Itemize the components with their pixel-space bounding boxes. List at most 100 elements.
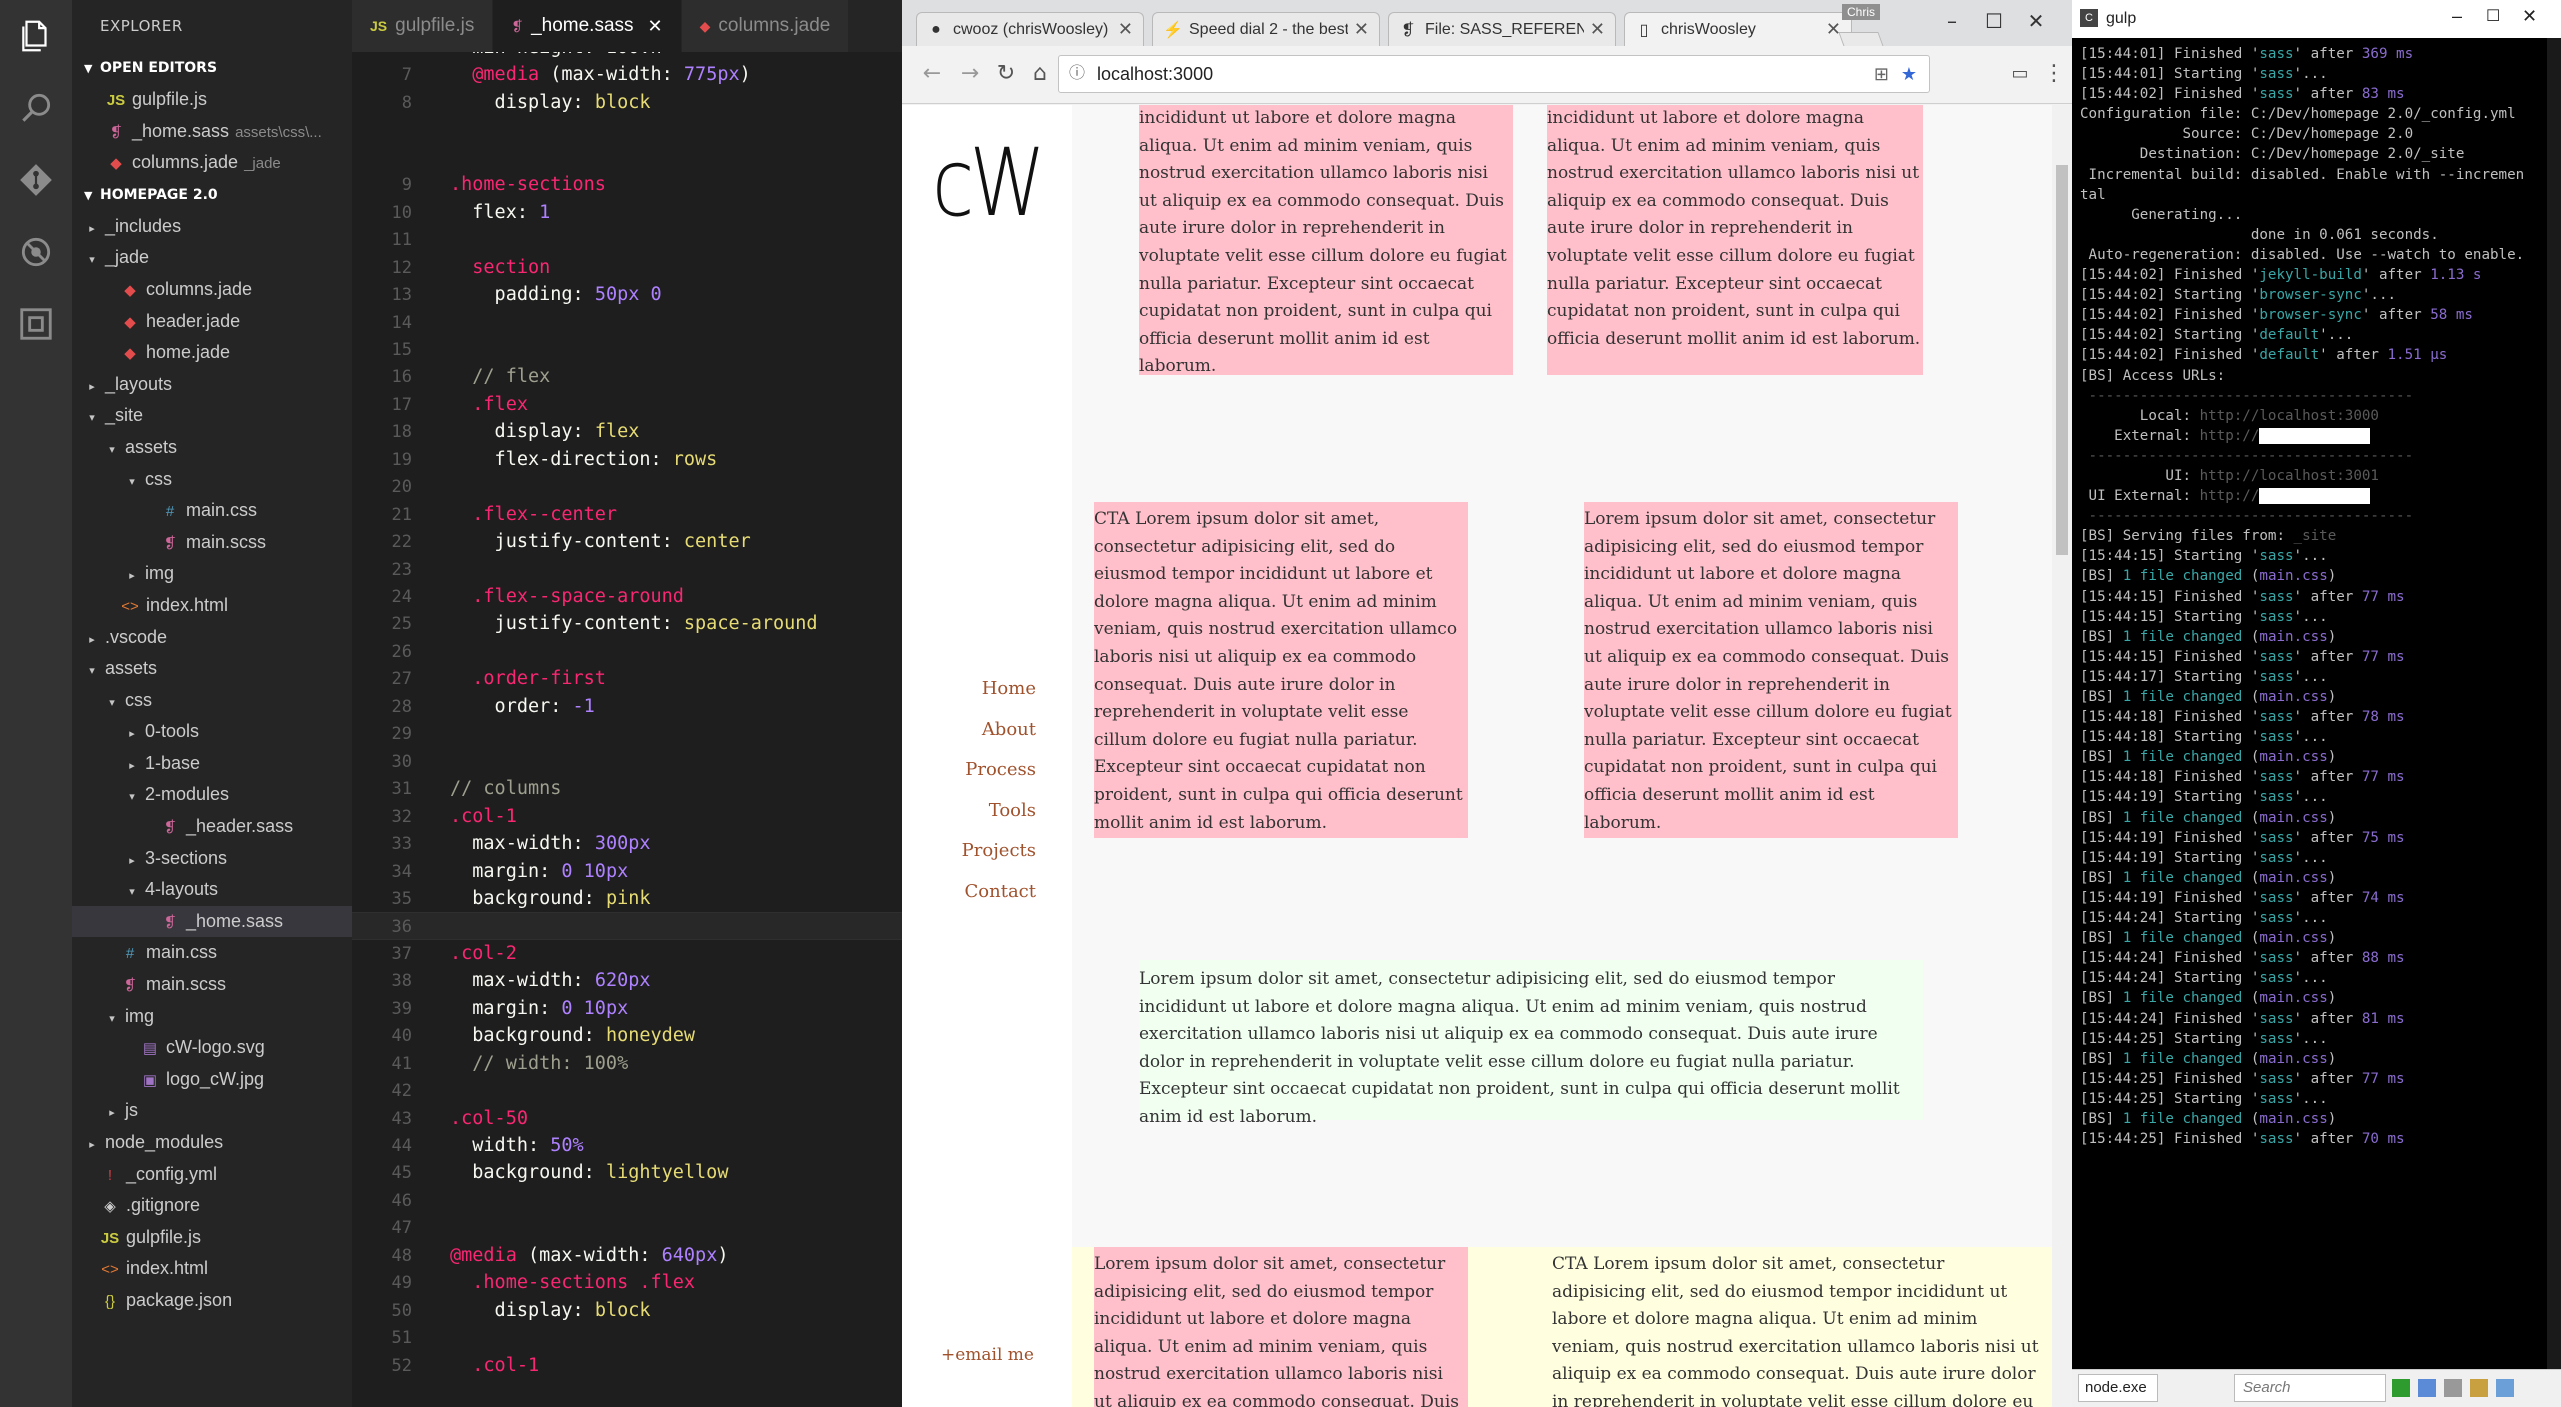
code-line[interactable]: 51 bbox=[352, 1324, 902, 1351]
file-tree-file[interactable]: JS gulpfile.js bbox=[72, 1222, 352, 1254]
minimize-icon[interactable]: – bbox=[2452, 6, 2462, 27]
open-editor-item[interactable]: ◆ columns.jade _jade bbox=[72, 147, 352, 179]
maximize-icon[interactable]: ☐ bbox=[2486, 6, 2500, 26]
code-line[interactable]: 43 .col-50 bbox=[352, 1105, 902, 1132]
open-editors-header[interactable]: ▼ OPEN EDITORS bbox=[72, 52, 352, 84]
code-line[interactable]: 29 bbox=[352, 720, 902, 747]
site-logo[interactable]: cW bbox=[932, 129, 1046, 238]
file-tree-folder[interactable]: ▸ 0-tools bbox=[72, 716, 352, 748]
file-tree-file[interactable]: <> index.html bbox=[72, 590, 352, 622]
file-tree-file[interactable]: <> index.html bbox=[72, 1253, 352, 1285]
menu-icon[interactable]: ⋮ bbox=[2038, 58, 2070, 90]
site-nav-link[interactable]: Home bbox=[982, 678, 1036, 699]
bookmark-star-icon[interactable]: ★ bbox=[1901, 56, 1917, 92]
file-tree-folder[interactable]: ▸ 1-base bbox=[72, 748, 352, 780]
site-nav-link[interactable]: Tools bbox=[989, 800, 1036, 821]
scrollbar-thumb[interactable] bbox=[2056, 165, 2068, 555]
code-line[interactable]: 24 .flex--space-around bbox=[352, 583, 902, 610]
file-tree-folder[interactable]: ▸ _includes bbox=[72, 211, 352, 243]
file-tree-file[interactable]: ❡ _header.sass bbox=[72, 811, 352, 843]
close-tab-icon[interactable]: ✕ bbox=[1354, 19, 1369, 40]
file-tree-file[interactable]: ◆ header.jade bbox=[72, 306, 352, 338]
file-tree-folder[interactable]: ▾ assets bbox=[72, 432, 352, 464]
file-tree-folder[interactable]: ▸ _layouts bbox=[72, 369, 352, 401]
file-tree-folder[interactable]: ▾ assets bbox=[72, 653, 352, 685]
site-nav-link[interactable]: Projects bbox=[962, 840, 1036, 861]
code-line[interactable]: 36 bbox=[352, 912, 902, 940]
file-tree-folder[interactable]: ▸ js bbox=[72, 1095, 352, 1127]
code-line[interactable]: 7 @media (max-width: 775px) bbox=[352, 61, 902, 88]
code-line[interactable]: 35 background: pink bbox=[352, 885, 902, 912]
code-line[interactable]: 30 bbox=[352, 748, 902, 775]
cast-icon[interactable]: ▭ bbox=[2004, 58, 2036, 90]
debug-icon[interactable] bbox=[0, 216, 72, 288]
panes-icon[interactable] bbox=[2444, 1379, 2462, 1397]
back-icon[interactable]: ← bbox=[916, 58, 948, 90]
code-line[interactable]: 9 .home-sections bbox=[352, 171, 902, 198]
code-line[interactable] bbox=[352, 116, 902, 143]
forward-icon[interactable]: → bbox=[954, 58, 986, 90]
code-line[interactable]: 27 .order-first bbox=[352, 665, 902, 692]
profile-badge[interactable]: Chris bbox=[1842, 4, 1881, 20]
file-tree-folder[interactable]: ▸ img bbox=[72, 558, 352, 590]
code-line[interactable]: 42 bbox=[352, 1077, 902, 1104]
file-tree-file[interactable]: # main.css bbox=[72, 937, 352, 969]
close-tab-icon[interactable]: ✕ bbox=[1118, 19, 1133, 40]
file-tree-folder[interactable]: ▸ node_modules bbox=[72, 1127, 352, 1159]
code-line[interactable]: 46 bbox=[352, 1187, 902, 1214]
code-line[interactable]: 28 order: -1 bbox=[352, 693, 902, 720]
file-tree-folder[interactable]: ▾ css bbox=[72, 685, 352, 717]
file-tree-file[interactable]: ! _config.yml bbox=[72, 1159, 352, 1191]
maximize-icon[interactable]: ☐ bbox=[1974, 4, 2014, 38]
file-tree-folder[interactable]: ▾ _site bbox=[72, 400, 352, 432]
file-tree-file[interactable]: ◆ home.jade bbox=[72, 337, 352, 369]
code-line[interactable]: 11 bbox=[352, 226, 902, 253]
close-tab-icon[interactable]: ✕ bbox=[1826, 19, 1841, 40]
file-tree-file[interactable]: # main.css bbox=[72, 495, 352, 527]
code-line[interactable]: 50 display: block bbox=[352, 1297, 902, 1324]
code-line[interactable] bbox=[352, 144, 902, 171]
open-editor-item[interactable]: JS gulpfile.js bbox=[72, 84, 352, 116]
settings-icon[interactable] bbox=[2496, 1379, 2514, 1397]
code-line[interactable]: 8 display: block bbox=[352, 89, 902, 116]
code-line[interactable]: 13 padding: 50px 0 bbox=[352, 281, 902, 308]
code-line[interactable]: 10 flex: 1 bbox=[352, 199, 902, 226]
code-line[interactable]: 45 background: lightyellow bbox=[352, 1159, 902, 1186]
file-tree-file[interactable]: {} package.json bbox=[72, 1285, 352, 1317]
home-icon[interactable]: ⌂ bbox=[1024, 58, 1056, 90]
code-line[interactable]: 16 // flex bbox=[352, 363, 902, 390]
file-tree-file[interactable]: ▣ logo_cW.jpg bbox=[72, 1064, 352, 1096]
file-tree-folder[interactable]: ▸ .vscode bbox=[72, 622, 352, 654]
code-line[interactable]: 52 .col-1 bbox=[352, 1352, 902, 1379]
code-editor[interactable]: min-height: 100vh7 @media (max-width: 77… bbox=[352, 52, 902, 1407]
code-line[interactable]: 33 max-width: 300px bbox=[352, 830, 902, 857]
page-info-icon[interactable]: ⓘ bbox=[1069, 56, 1085, 92]
search-icon[interactable] bbox=[0, 72, 72, 144]
file-tree-file[interactable]: ❡ main.scss bbox=[72, 969, 352, 1001]
terminal-search-input[interactable]: Search bbox=[2234, 1374, 2386, 1402]
terminal-output[interactable]: [15:44:01] Finished 'sass' after 369 ms[… bbox=[2080, 44, 2550, 1369]
code-line[interactable]: 25 justify-content: space-around bbox=[352, 610, 902, 637]
code-line[interactable]: 26 bbox=[352, 638, 902, 665]
page-viewport[interactable]: cW Home About Process Tools Projects Contact … bbox=[902, 105, 2072, 1407]
file-tree-folder[interactable]: ▸ 3-sections bbox=[72, 843, 352, 875]
reload-icon[interactable]: ↻ bbox=[990, 58, 1022, 90]
browser-tab[interactable]: ❡ File: SASS_REFERENCE ✕ bbox=[1388, 12, 1616, 46]
layout-icon[interactable] bbox=[2418, 1379, 2436, 1397]
close-icon[interactable]: ✕ bbox=[2522, 6, 2537, 27]
code-line[interactable]: 15 bbox=[352, 336, 902, 363]
file-tree-file[interactable]: ◆ columns.jade bbox=[72, 274, 352, 306]
open-editor-item[interactable]: ❡ _home.sass assets\css\... bbox=[72, 116, 352, 148]
editor-tab[interactable]: JS gulpfile.js bbox=[352, 0, 494, 52]
close-tab-icon[interactable]: ✕ bbox=[1590, 19, 1605, 40]
page-scrollbar[interactable] bbox=[2052, 105, 2072, 1407]
code-line[interactable]: 23 bbox=[352, 556, 902, 583]
translate-icon[interactable]: ⊞ bbox=[1874, 56, 1889, 92]
project-header[interactable]: ▼ HOMEPAGE 2.0 bbox=[72, 179, 352, 211]
code-line[interactable]: 49 .home-sections .flex bbox=[352, 1269, 902, 1296]
editor-tab[interactable]: ❡ _home.sass ✕ bbox=[493, 0, 682, 52]
file-tree-folder[interactable]: ▾ _jade bbox=[72, 242, 352, 274]
code-line[interactable]: 38 max-width: 620px bbox=[352, 967, 902, 994]
explorer-icon[interactable] bbox=[0, 0, 72, 72]
email-link[interactable]: +email me bbox=[941, 1345, 1034, 1365]
